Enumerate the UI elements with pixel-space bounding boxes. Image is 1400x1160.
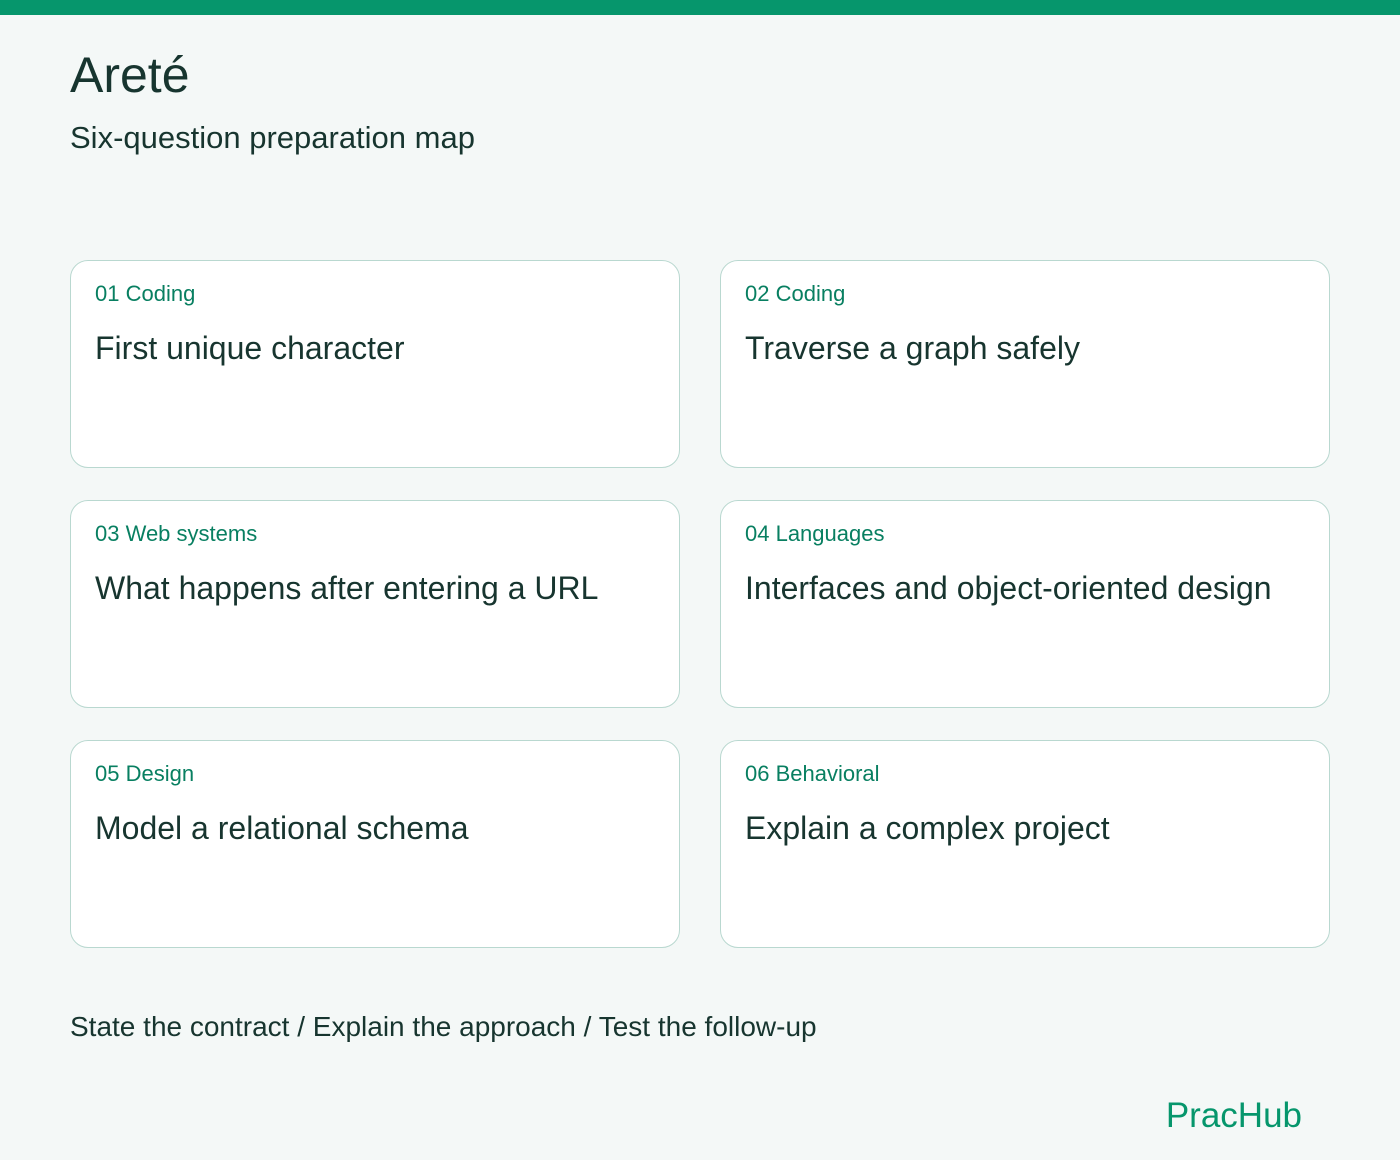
question-card-03: 03 Web systems What happens after enteri… [70,500,680,708]
question-category: 04 Languages [745,521,885,546]
top-accent-bar [0,0,1400,15]
question-category: 06 Behavioral [745,761,880,786]
question-category: 01 Coding [95,281,196,306]
question-card-06: 06 Behavioral Explain a complex project [720,740,1330,948]
question-title: Explain a complex project [745,810,1110,846]
question-title: Traverse a graph safely [745,330,1080,366]
question-card-01: 01 Coding First unique character [70,260,680,468]
question-card-04: 04 Languages Interfaces and object-orien… [720,500,1330,708]
question-category: 05 Design [95,761,195,786]
question-title: First unique character [95,330,405,366]
question-card-05: 05 Design Model a relational schema [70,740,680,948]
question-card-grid: 01 Coding First unique character 02 Codi… [70,260,1330,948]
question-card-02: 02 Coding Traverse a graph safely [720,260,1330,468]
preparation-steps: State the contract / Explain the approac… [70,1011,817,1042]
page-title: Areté [70,47,190,103]
question-category: 03 Web systems [95,521,258,546]
page-subtitle: Six-question preparation map [70,120,475,155]
question-title: What happens after entering a URL [95,570,599,606]
question-title: Model a relational schema [95,810,469,846]
brand-logo: PracHub [1165,1096,1302,1135]
question-title: Interfaces and object-oriented design [745,570,1272,606]
question-category: 02 Coding [745,281,846,306]
